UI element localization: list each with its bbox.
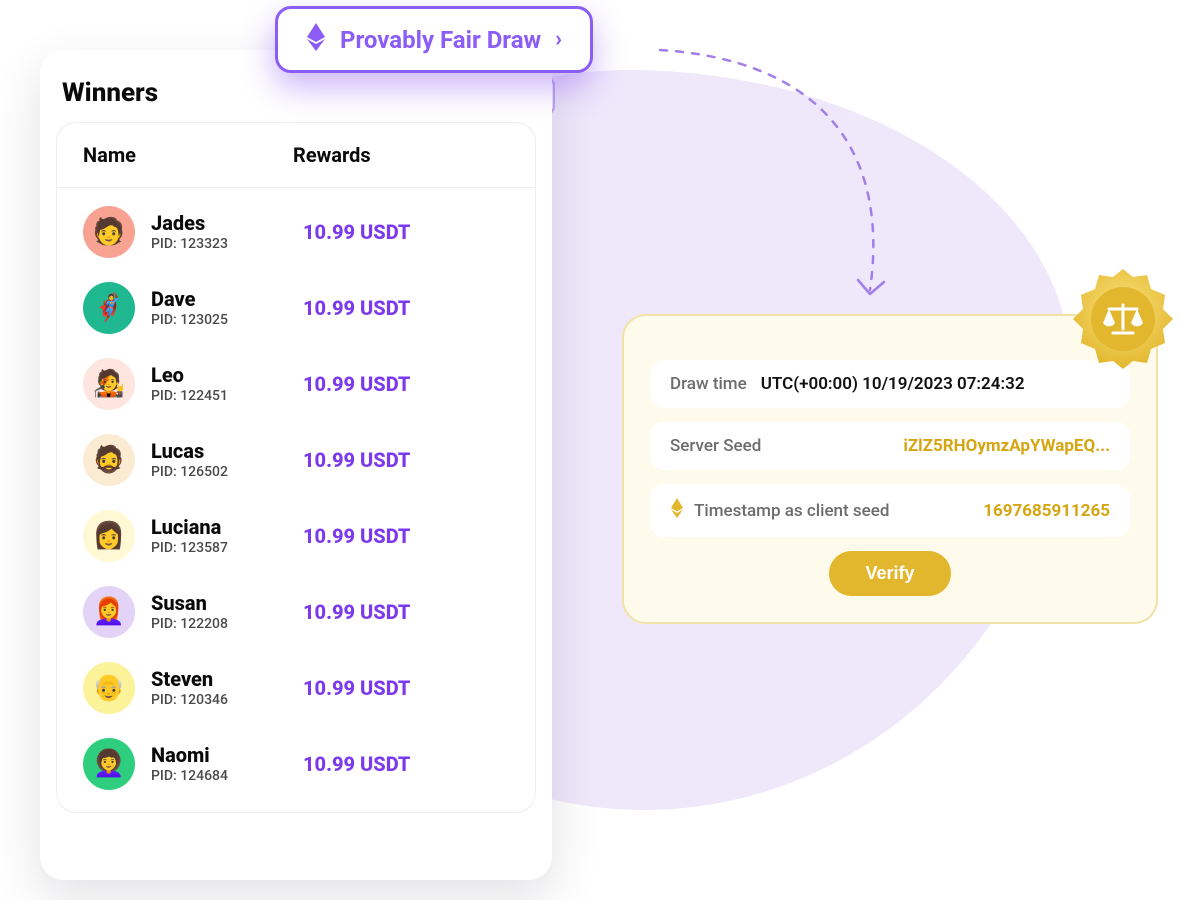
server-seed-value: iZlZ5RHOymzApYWapEQ... — [903, 436, 1110, 456]
client-seed-row: Timestamp as client seed 1697685911265 — [650, 484, 1130, 537]
winner-reward: 10.99 USDT — [303, 372, 410, 396]
table-row[interactable]: 👩‍🦰 Susan PID: 122208 10.99 USDT — [67, 574, 525, 650]
table-row[interactable]: 👩‍🦱 Naomi PID: 124684 10.99 USDT — [67, 726, 525, 802]
draw-time-label: Draw time — [670, 374, 747, 394]
winner-name-block: Dave PID: 123025 — [151, 288, 293, 328]
column-header-name: Name — [83, 143, 293, 167]
winner-reward: 10.99 USDT — [303, 296, 410, 320]
winner-pid: PID: 122208 — [151, 616, 293, 632]
client-seed-label: Timestamp as client seed — [694, 501, 889, 521]
ethereum-icon — [306, 23, 326, 56]
winner-reward: 10.99 USDT — [303, 676, 410, 700]
avatar: 👩‍🦱 — [83, 738, 135, 790]
winner-reward: 10.99 USDT — [303, 448, 410, 472]
winner-name: Luciana — [151, 516, 293, 538]
avatar: 🧔 — [83, 434, 135, 486]
verify-card: Draw time UTC(+00:00) 10/19/2023 07:24:3… — [622, 314, 1158, 624]
winner-name-block: Luciana PID: 123587 — [151, 516, 293, 556]
table-row[interactable]: 🧑 Jades PID: 123323 10.99 USDT — [67, 194, 525, 270]
winner-pid: PID: 122451 — [151, 388, 293, 404]
winners-table: Name Rewards 🧑 Jades PID: 123323 10.99 USDT… — [56, 122, 536, 813]
winner-name-block: Leo PID: 122451 — [151, 364, 293, 404]
winner-name-block: Naomi PID: 124684 — [151, 744, 293, 784]
winner-name: Jades — [151, 212, 293, 234]
avatar: 🦸 — [83, 282, 135, 334]
winner-pid: PID: 123587 — [151, 540, 293, 556]
winner-name: Lucas — [151, 440, 293, 462]
winner-name: Dave — [151, 288, 293, 310]
column-header-rewards: Rewards — [293, 143, 371, 167]
winner-reward: 10.99 USDT — [303, 752, 410, 776]
winner-pid: PID: 123323 — [151, 236, 293, 252]
table-row[interactable]: 🧑‍🎤 Leo PID: 122451 10.99 USDT — [67, 346, 525, 422]
draw-time-value: UTC(+00:00) 10/19/2023 07:24:32 — [761, 374, 1025, 394]
winner-reward: 10.99 USDT — [303, 220, 410, 244]
avatar: 👩 — [83, 510, 135, 562]
table-row[interactable]: 🦸 Dave PID: 123025 10.99 USDT — [67, 270, 525, 346]
winner-pid: PID: 123025 — [151, 312, 293, 328]
provably-fair-badge[interactable]: Provably Fair Draw › — [275, 6, 593, 73]
winners-card: Winners Name Rewards 🧑 Jades PID: 123323 10… — [40, 50, 552, 880]
winner-name: Naomi — [151, 744, 293, 766]
winner-name-block: Jades PID: 123323 — [151, 212, 293, 252]
client-seed-value: 1697685911265 — [983, 501, 1110, 521]
winner-pid: PID: 120346 — [151, 692, 293, 708]
winners-table-head: Name Rewards — [57, 123, 535, 188]
avatar: 🧑‍🎤 — [83, 358, 135, 410]
winner-reward: 10.99 USDT — [303, 524, 410, 548]
server-seed-label: Server Seed — [670, 436, 761, 456]
ethereum-icon — [670, 498, 684, 523]
chevron-right-icon: › — [555, 27, 562, 52]
provably-fair-label: Provably Fair Draw — [340, 26, 541, 54]
avatar: 👴 — [83, 662, 135, 714]
winner-name: Leo — [151, 364, 293, 386]
winner-name-block: Susan PID: 122208 — [151, 592, 293, 632]
avatar: 🧑 — [83, 206, 135, 258]
winner-pid: PID: 126502 — [151, 464, 293, 480]
table-row[interactable]: 👴 Steven PID: 120346 10.99 USDT — [67, 650, 525, 726]
verify-button[interactable]: Verify — [829, 551, 950, 596]
winner-name-block: Lucas PID: 126502 — [151, 440, 293, 480]
fairness-seal-icon — [1068, 264, 1178, 374]
table-row[interactable]: 🧔 Lucas PID: 126502 10.99 USDT — [67, 422, 525, 498]
table-row[interactable]: 👩 Luciana PID: 123587 10.99 USDT — [67, 498, 525, 574]
winner-name-block: Steven PID: 120346 — [151, 668, 293, 708]
winner-name: Steven — [151, 668, 293, 690]
server-seed-row: Server Seed iZlZ5RHOymzApYWapEQ... — [650, 422, 1130, 470]
draw-time-row: Draw time UTC(+00:00) 10/19/2023 07:24:3… — [650, 360, 1130, 408]
winner-reward: 10.99 USDT — [303, 600, 410, 624]
winner-pid: PID: 124684 — [151, 768, 293, 784]
winners-table-body: 🧑 Jades PID: 123323 10.99 USDT 🦸 Dave PID: 123… — [57, 188, 535, 812]
winner-name: Susan — [151, 592, 293, 614]
avatar: 👩‍🦰 — [83, 586, 135, 638]
winners-title: Winners — [62, 78, 536, 108]
